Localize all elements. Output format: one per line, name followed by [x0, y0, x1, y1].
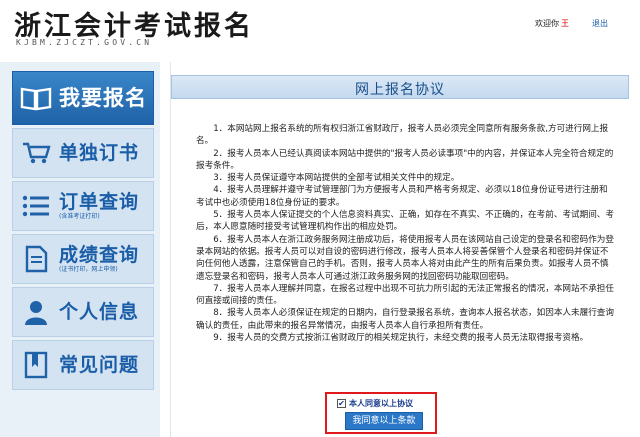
agreement-clause: 3．报考人员保证遵守本网站提供的全部考试相关文件中的规定。: [213, 173, 460, 184]
document-icon: [13, 236, 59, 282]
page-title: 网上报名协议: [355, 82, 445, 98]
agreement-clause: 7．报考人员本人理解并同意，在报名过程中出现不可抗力所引起的无法正常报名的情况，…: [196, 283, 614, 307]
book-open-icon: [13, 75, 59, 121]
agree-checkbox-label[interactable]: 本人同意以上协议: [349, 398, 413, 409]
sidebar-item-label: 我要报名: [59, 86, 147, 110]
agreement-clause: 1．本网站网上报名系统的所有权归浙江省财政厅，报考人员必须完全同意所有服务条款,…: [196, 124, 609, 147]
page: 浙江会计考试报名 KJBM.ZJCZT.GOV.CN 欢迎你王 退出 我要报名 …: [0, 0, 640, 437]
sidebar-item-order-query[interactable]: 订单查询 (含准考证打印): [12, 181, 154, 231]
agreement-clause: 2．报考人员本人已经认真阅读本网站中提供的"报考人员必读事项"中的内容，并保证本…: [196, 148, 614, 171]
sidebar-item-label: 单独订书: [59, 142, 140, 164]
sidebar-item-order-books[interactable]: 单独订书: [12, 128, 154, 178]
sidebar-item-register[interactable]: 我要报名: [12, 71, 154, 125]
bookmark-icon: [13, 342, 59, 388]
sidebar-item-label: 常见问题: [59, 354, 140, 376]
agreement-text: 1．本网站网上报名系统的所有权归浙江省财政厅，报考人员必须完全同意所有服务条款,…: [196, 123, 614, 344]
sidebar-item-score-query[interactable]: 成绩查询 (证书打印，网上申领): [12, 234, 154, 284]
agreement-clause: 8．报考人员本人必须保证在规定的日期内，自行登录报名系统，查询本人报名状态，如因…: [196, 308, 614, 331]
agree-submit-button[interactable]: 我同意以上条款: [345, 412, 423, 430]
sidebar-item-personal-info[interactable]: 个人信息: [12, 287, 154, 337]
sidebar-item-label: 个人信息: [59, 301, 140, 323]
agree-checkbox[interactable]: ✔: [337, 399, 346, 408]
welcome-text: 欢迎你: [535, 19, 559, 28]
agree-checkbox-row[interactable]: ✔ 本人同意以上协议: [337, 398, 413, 409]
list-icon: [13, 183, 59, 229]
sidebar-item-sublabel: (证书打印，网上申领): [59, 266, 118, 273]
sidebar-item-label: 成绩查询: [59, 244, 140, 266]
username: 王: [561, 19, 569, 28]
sidebar: 我要报名 单独订书 订单查询 (含准考证打印) 成绩查询 (证书打印，网上申领)…: [0, 62, 160, 437]
agree-actions-highlight: ✔ 本人同意以上协议 我同意以上条款: [325, 392, 437, 434]
agreement-clause: 9．报考人员的交费方式按浙江省财政厅的相关规定执行，未经交费的报考人员无法取得报…: [213, 333, 589, 344]
person-icon: [13, 289, 59, 335]
sidebar-item-label: 订单查询: [59, 191, 140, 213]
agreement-clause: 6．报考人员本人在浙江政务服务网注册成功后，将使用报考人员在该网站自己设定的登录…: [196, 234, 614, 282]
logout-link[interactable]: 退出: [592, 18, 608, 29]
sidebar-item-faq[interactable]: 常见问题: [12, 340, 154, 390]
content-title-bar: 网上报名协议: [171, 75, 629, 99]
agreement-clause: 4．报考人员理解并遵守考试管理部门为方便报考人员和严格考务规定、必须以18位身份…: [196, 185, 608, 208]
agreement-clause: 5．报考人员本人保证提交的个人信息资料真实、正确，如存在不真实、不正确的，在考前…: [196, 210, 614, 233]
sidebar-item-sublabel: (含准考证打印): [59, 213, 100, 220]
header: 浙江会计考试报名 KJBM.ZJCZT.GOV.CN 欢迎你王 退出: [0, 0, 640, 62]
user-greeting: 欢迎你王: [535, 18, 569, 29]
cart-icon: [13, 130, 59, 176]
site-url: KJBM.ZJCZT.GOV.CN: [16, 38, 153, 47]
